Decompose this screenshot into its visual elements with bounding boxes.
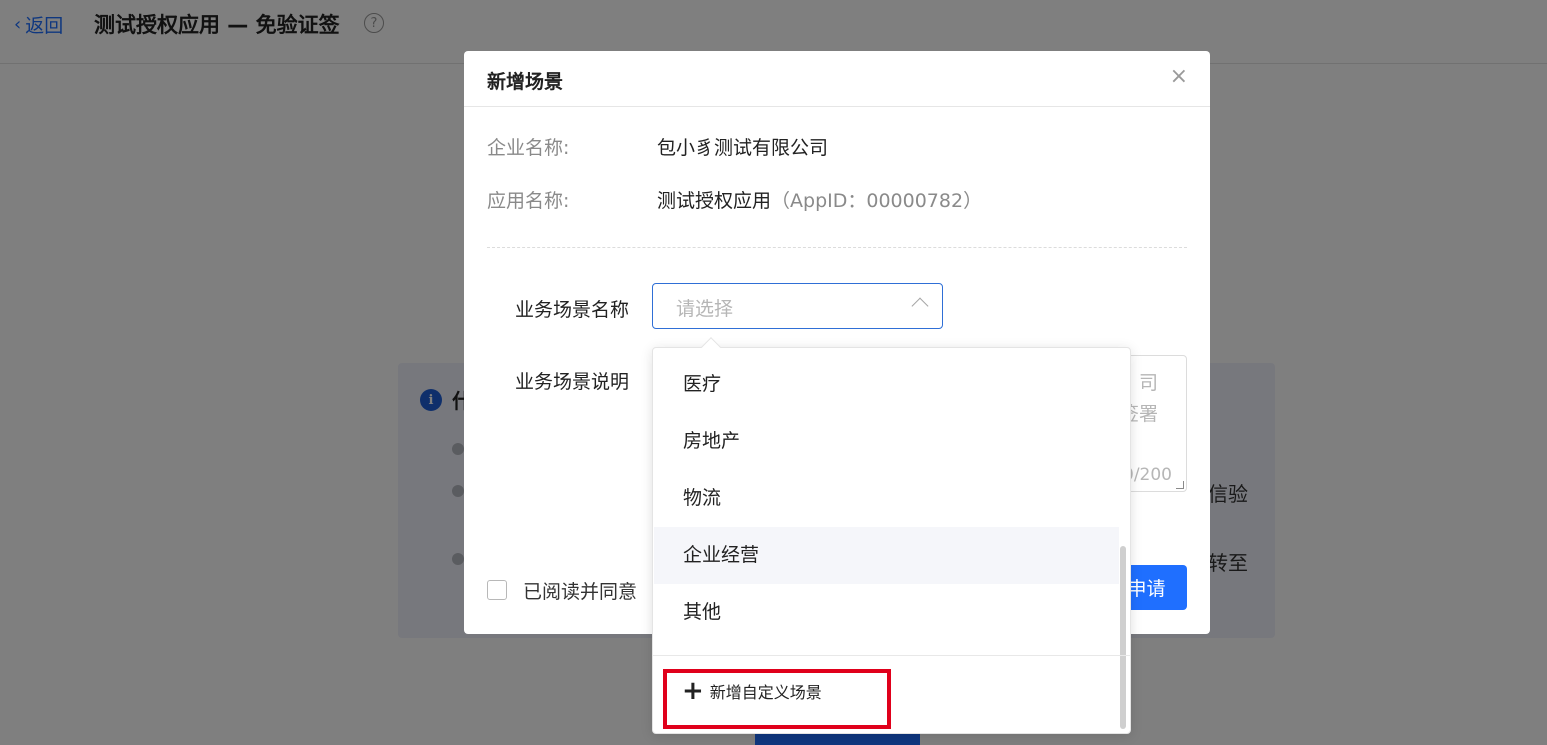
dropdown-item-logistics[interactable]: 物流	[654, 470, 1119, 527]
dropdown-item-other[interactable]: 其他	[654, 584, 1119, 641]
agree-checkbox[interactable]	[487, 580, 507, 600]
chevron-up-icon	[911, 297, 929, 315]
dropdown-item-medical[interactable]: 医疗	[654, 356, 1119, 413]
dialog-title: 新增场景	[487, 71, 564, 93]
app-row: 应用名称: 测试授权应用 （AppID：00000782）	[487, 186, 982, 213]
app-label: 应用名称:	[487, 190, 570, 212]
textarea-placeholder: 司	[1138, 372, 1158, 394]
agree-text: 已阅读并同意	[523, 581, 638, 603]
resize-handle-icon[interactable]	[1176, 481, 1184, 489]
app-value: 测试授权应用	[657, 190, 772, 212]
dropdown-divider	[653, 655, 1130, 656]
dropdown-scrollbar[interactable]	[1120, 546, 1126, 729]
divider	[487, 247, 1187, 248]
select-placeholder: 请选择	[676, 298, 734, 320]
dialog-header: 新增场景 ×	[464, 51, 1210, 107]
close-icon[interactable]: ×	[1170, 65, 1188, 89]
app-id-note: （AppID：00000782）	[771, 190, 983, 212]
company-value: 包小豸测试有限公司	[657, 137, 829, 159]
scene-name-select[interactable]: 请选择	[652, 283, 943, 329]
dropdown-item-business[interactable]: 企业经营	[654, 527, 1119, 584]
scene-name-label: 业务场景名称	[515, 299, 630, 321]
dropdown-item-real-estate[interactable]: 房地产	[654, 413, 1119, 470]
highlight-box	[663, 669, 891, 729]
company-label: 企业名称:	[487, 137, 570, 159]
company-row: 企业名称: 包小豸测试有限公司	[487, 133, 828, 160]
scene-desc-label: 业务场景说明	[515, 371, 630, 393]
